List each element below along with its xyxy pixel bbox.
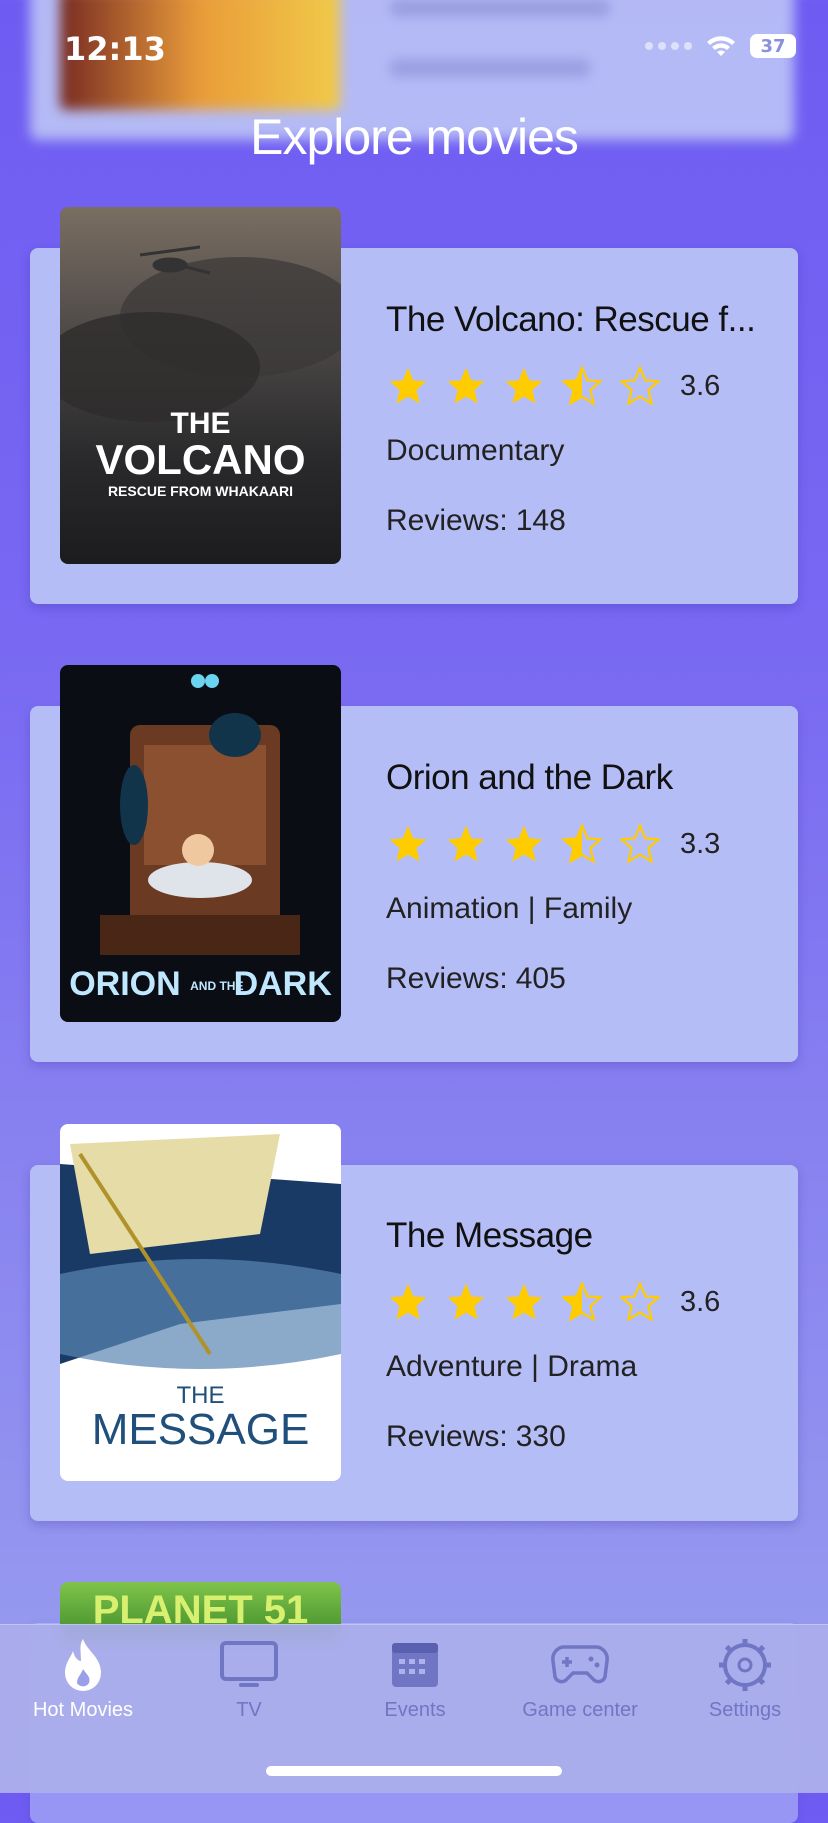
star-full-icon	[447, 1283, 485, 1320]
movie-info: The Message 3.6 Adventure | Drama Review…	[386, 1216, 720, 1454]
tv-icon	[220, 1641, 278, 1687]
tab-events[interactable]: Events	[332, 1637, 498, 1722]
tab-hot-movies[interactable]: Hot Movies	[0, 1637, 166, 1722]
movie-genre: Adventure | Drama	[386, 1350, 638, 1383]
rating-row: 3.6	[386, 1280, 720, 1324]
star-full-icon	[505, 1283, 543, 1320]
reviews-count: 330	[515, 1420, 566, 1453]
cellular-signal-icon	[645, 42, 692, 50]
reviews-label: Reviews:	[386, 1420, 508, 1453]
star-full-icon	[447, 825, 485, 862]
movie-title[interactable]: The Message	[386, 1216, 720, 1256]
gear-icon	[719, 1639, 771, 1691]
star-full-icon	[505, 825, 543, 862]
rating-value: 3.3	[680, 827, 721, 860]
star-full-icon	[389, 1283, 427, 1320]
movie-title[interactable]: The Volcano: Rescue f...	[386, 300, 756, 340]
poster-text: DARK	[233, 965, 332, 1003]
battery-icon: 37	[750, 34, 796, 58]
flame-icon	[65, 1639, 101, 1691]
movie-poster[interactable]: THE VOLCANO RESCUE FROM WHAKAARI	[60, 207, 341, 564]
movie-reviews: Reviews: 330	[386, 1420, 720, 1454]
status-time: 12:13	[64, 30, 166, 68]
movie-genre: Documentary	[386, 434, 565, 467]
status-icons: 37	[645, 34, 796, 58]
movie-reviews: Reviews: 405	[386, 962, 720, 996]
movie-genre: Animation | Family	[386, 892, 633, 925]
reviews-count: 148	[515, 504, 566, 537]
star-empty-icon	[618, 364, 662, 406]
tab-label: Settings	[708, 1699, 782, 1721]
rating-value: 3.6	[680, 369, 721, 402]
poster-text: ORION	[69, 965, 181, 1003]
tab-label: Events	[384, 1699, 446, 1721]
movie-info: The Volcano: Rescue f... 3.6 Documentary…	[386, 300, 756, 538]
poster-text: MESSAGE	[91, 1405, 310, 1454]
rating-row: 3.6	[386, 364, 755, 408]
star-half-icon	[560, 1280, 604, 1322]
tab-label: TV	[236, 1699, 262, 1721]
home-indicator[interactable]	[266, 1766, 562, 1776]
tab-tv[interactable]: TV	[166, 1637, 332, 1722]
movie-reviews: Reviews: 148	[386, 504, 755, 538]
star-full-icon	[389, 367, 427, 404]
tab-label: Hot Movies	[32, 1699, 134, 1721]
reviews-count: 405	[515, 962, 566, 995]
movie-poster[interactable]: THE MESSAGE	[60, 1124, 341, 1481]
reviews-label: Reviews:	[386, 962, 508, 995]
movie-title[interactable]: Orion and the Dark	[386, 758, 720, 798]
star-half-icon	[560, 822, 604, 864]
star-full-icon	[447, 367, 485, 404]
status-bar: 12:13 37	[0, 0, 828, 100]
star-full-icon	[505, 367, 543, 404]
calendar-icon	[392, 1643, 438, 1687]
reviews-label: Reviews:	[386, 504, 508, 537]
poster-text: RESCUE FROM WHAKAARI	[107, 483, 294, 499]
rating-row: 3.3	[386, 822, 720, 866]
page-title: Explore movies	[250, 109, 579, 165]
tab-label: Game center	[522, 1699, 638, 1721]
movie-poster[interactable]: ORION AND THE DARK	[60, 665, 341, 1022]
star-empty-icon	[618, 822, 662, 864]
star-half-icon	[560, 364, 604, 406]
rating-value: 3.6	[680, 1285, 721, 1318]
star-full-icon	[389, 825, 427, 862]
tab-game-center[interactable]: Game center	[497, 1637, 663, 1722]
movie-info: Orion and the Dark 3.3 Animation | Famil…	[386, 758, 720, 996]
poster-text: VOLCANO	[95, 436, 306, 483]
star-empty-icon	[618, 1280, 662, 1322]
tab-settings[interactable]: Settings	[662, 1637, 828, 1722]
gamepad-icon	[551, 1645, 609, 1684]
wifi-icon	[707, 36, 735, 56]
poster-text: AND THE	[190, 979, 244, 994]
